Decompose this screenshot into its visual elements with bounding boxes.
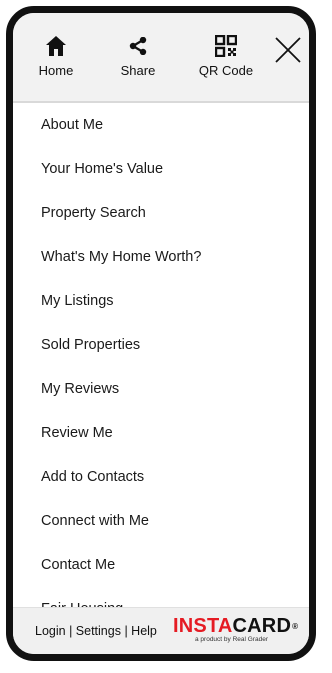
menu-item-connect-with-me[interactable]: Connect with Me [13, 499, 309, 543]
menu-item-review-me[interactable]: Review Me [13, 411, 309, 455]
login-link[interactable]: Login [35, 624, 66, 638]
registered-mark: ® [292, 621, 299, 631]
brand-card-text: CARD [232, 615, 292, 637]
footer-separator: | [120, 624, 132, 638]
share-button[interactable]: Share [108, 33, 168, 78]
close-icon [275, 37, 301, 63]
menu-item-my-listings[interactable]: My Listings [13, 279, 309, 323]
footer: Login | Settings | Help INSTACARD® a pro… [13, 607, 309, 654]
home-label: Home [38, 63, 74, 78]
menu-list: About Me Your Home's Value Property Sear… [13, 103, 309, 608]
menu-item-property-search[interactable]: Property Search [13, 191, 309, 235]
share-label: Share [120, 63, 156, 78]
instacard-logo: INSTACARD® a product by Real Grader [173, 616, 301, 648]
footer-separator: | [65, 624, 76, 638]
phone-frame: Home Share QR Code About Me Your Home's … [6, 6, 316, 661]
qr-code-icon [215, 33, 237, 59]
menu-item-sold-properties[interactable]: Sold Properties [13, 323, 309, 367]
menu-item-my-reviews[interactable]: My Reviews [13, 367, 309, 411]
home-button[interactable]: Home [31, 33, 81, 78]
menu-item-add-to-contacts[interactable]: Add to Contacts [13, 455, 309, 499]
menu-item-your-homes-value[interactable]: Your Home's Value [13, 147, 309, 191]
menu-item-contact-me[interactable]: Contact Me [13, 543, 309, 587]
menu-item-fair-housing[interactable]: Fair Housing [13, 587, 309, 608]
menu-item-about-me[interactable]: About Me [13, 103, 309, 147]
home-icon [45, 33, 67, 59]
brand-subtitle: a product by Real Grader [195, 636, 268, 643]
share-icon [129, 33, 147, 59]
brand-insta-text: INSTA [173, 615, 233, 637]
menu-item-whats-my-home-worth[interactable]: What's My Home Worth? [13, 235, 309, 279]
footer-links: Login | Settings | Help [35, 624, 157, 638]
qr-code-button[interactable]: QR Code [191, 33, 261, 78]
close-button[interactable] [273, 35, 303, 65]
settings-link[interactable]: Settings [76, 624, 121, 638]
nav-header: Home Share QR Code [13, 13, 309, 103]
help-link[interactable]: Help [131, 624, 157, 638]
qr-code-label: QR Code [198, 63, 254, 78]
